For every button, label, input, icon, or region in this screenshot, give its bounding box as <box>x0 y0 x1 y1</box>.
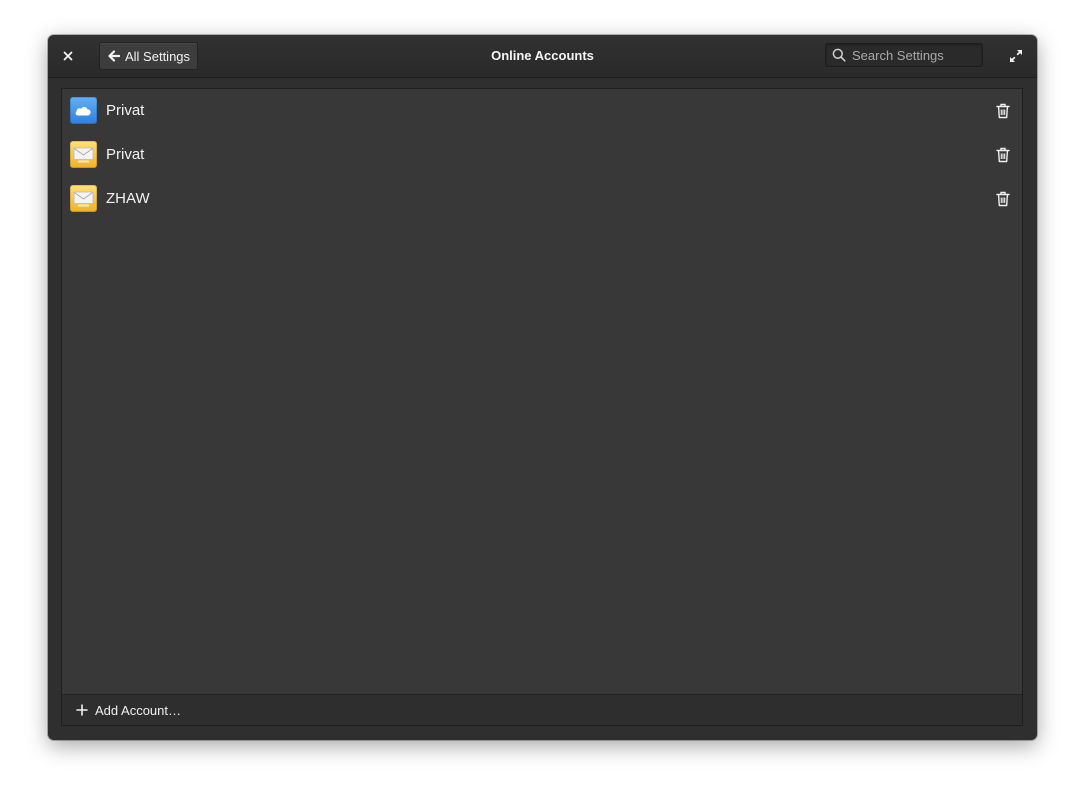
account-name: Privat <box>106 102 145 119</box>
search-input[interactable] <box>852 47 982 63</box>
all-settings-label: All Settings <box>125 48 191 64</box>
account-name: Privat <box>106 146 145 163</box>
delete-account-button[interactable] <box>994 190 1012 208</box>
account-row[interactable]: Privat <box>62 89 1022 133</box>
accounts-panel: Privat Privat ZHAW Add Account… <box>61 88 1023 726</box>
close-button[interactable] <box>58 46 78 66</box>
mail-icon <box>70 185 97 212</box>
account-row[interactable]: ZHAW <box>62 177 1022 221</box>
maximize-button[interactable] <box>1006 46 1026 66</box>
action-bar: Add Account… <box>62 694 1022 725</box>
account-list: Privat Privat ZHAW <box>62 89 1022 221</box>
search-box[interactable] <box>825 43 983 67</box>
add-account-button[interactable]: Add Account… <box>76 695 181 725</box>
settings-window: All Settings Online Accounts Search Sett… <box>48 35 1037 740</box>
account-row[interactable]: Privat <box>62 133 1022 177</box>
account-name: ZHAW <box>106 190 150 207</box>
add-account-label: Add Account… <box>95 702 181 718</box>
close-icon <box>63 51 73 61</box>
trash-icon <box>996 147 1010 163</box>
delete-account-button[interactable] <box>994 146 1012 164</box>
maximize-icon <box>1010 50 1022 62</box>
plus-icon <box>76 704 88 716</box>
search-icon <box>832 48 846 62</box>
cloud-icon <box>70 97 97 124</box>
trash-icon <box>996 191 1010 207</box>
headerbar: All Settings Online Accounts <box>48 35 1037 78</box>
mail-icon <box>70 141 97 168</box>
all-settings-button[interactable]: All Settings <box>99 42 199 70</box>
arrow-left-icon <box>108 50 120 62</box>
delete-account-button[interactable] <box>994 102 1012 120</box>
trash-icon <box>996 103 1010 119</box>
